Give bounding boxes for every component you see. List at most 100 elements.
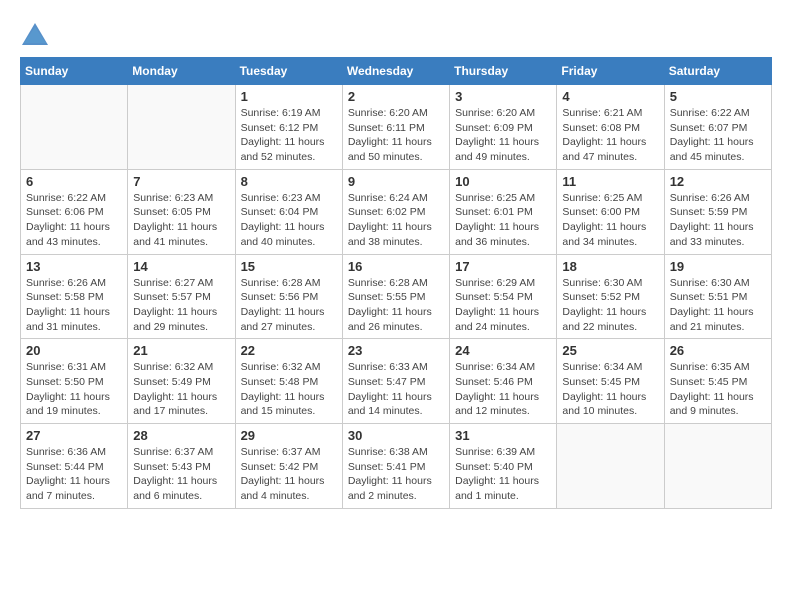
day-number: 17	[455, 259, 551, 274]
day-info: Sunrise: 6:38 AM Sunset: 5:41 PM Dayligh…	[348, 445, 444, 504]
calendar-cell: 17 Sunrise: 6:29 AM Sunset: 5:54 PM Dayli…	[450, 254, 557, 339]
calendar-cell: 22Sunrise: 6:32 AM Sunset: 5:48 PM Dayli…	[235, 339, 342, 424]
weekday-header-friday: Friday	[557, 58, 664, 85]
day-number: 31	[455, 428, 551, 443]
calendar-cell: 9 Sunrise: 6:24 AM Sunset: 6:02 PM Daylig…	[342, 169, 449, 254]
day-info: Sunrise: 6:19 AM Sunset: 6:12 PM Dayligh…	[241, 106, 337, 165]
calendar-cell: 4Sunrise: 6:21 AM Sunset: 6:08 PM Daylig…	[557, 85, 664, 170]
calendar-cell: 18 Sunrise: 6:30 AM Sunset: 5:52 PM Dayli…	[557, 254, 664, 339]
day-info: Sunrise: 6:32 AM Sunset: 5:48 PM Dayligh…	[241, 360, 337, 419]
day-number: 29	[241, 428, 337, 443]
day-info: Sunrise: 6:30 AM Sunset: 5:52 PM Dayligh…	[562, 276, 658, 335]
weekday-header-saturday: Saturday	[664, 58, 771, 85]
week-row-3: 13Sunrise: 6:26 AM Sunset: 5:58 PM Dayli…	[21, 254, 772, 339]
day-info: Sunrise: 6:32 AM Sunset: 5:49 PM Dayligh…	[133, 360, 229, 419]
logo-icon	[20, 21, 44, 41]
day-number: 21	[133, 343, 229, 358]
day-info: Sunrise: 6:21 AM Sunset: 6:08 PM Dayligh…	[562, 106, 658, 165]
day-info: Sunrise: 6:24 AM Sunset: 6:02 PM Dayligh…	[348, 191, 444, 250]
day-info: Sunrise: 6:26 AM Sunset: 5:58 PM Dayligh…	[26, 276, 122, 335]
day-number: 9	[348, 174, 444, 189]
weekday-header-row: SundayMondayTuesdayWednesdayThursdayFrid…	[21, 58, 772, 85]
day-info: Sunrise: 6:25 AM Sunset: 6:00 PM Dayligh…	[562, 191, 658, 250]
day-number: 10	[455, 174, 551, 189]
calendar-cell: 8 Sunrise: 6:23 AM Sunset: 6:04 PM Daylig…	[235, 169, 342, 254]
day-info: Sunrise: 6:31 AM Sunset: 5:50 PM Dayligh…	[26, 360, 122, 419]
day-info: Sunrise: 6:22 AM Sunset: 6:07 PM Dayligh…	[670, 106, 766, 165]
day-number: 26	[670, 343, 766, 358]
weekday-header-monday: Monday	[128, 58, 235, 85]
day-info: Sunrise: 6:23 AM Sunset: 6:04 PM Dayligh…	[241, 191, 337, 250]
day-info: Sunrise: 6:35 AM Sunset: 5:45 PM Dayligh…	[670, 360, 766, 419]
day-info: Sunrise: 6:20 AM Sunset: 6:09 PM Dayligh…	[455, 106, 551, 165]
day-info: Sunrise: 6:27 AM Sunset: 5:57 PM Dayligh…	[133, 276, 229, 335]
week-row-5: 27Sunrise: 6:36 AM Sunset: 5:44 PM Dayli…	[21, 424, 772, 509]
day-info: Sunrise: 6:34 AM Sunset: 5:45 PM Dayligh…	[562, 360, 658, 419]
calendar-cell: 10 Sunrise: 6:25 AM Sunset: 6:01 PM Dayli…	[450, 169, 557, 254]
calendar-cell: 16 Sunrise: 6:28 AM Sunset: 5:55 PM Dayli…	[342, 254, 449, 339]
calendar-cell: 5Sunrise: 6:22 AM Sunset: 6:07 PM Daylig…	[664, 85, 771, 170]
calendar-cell: 11 Sunrise: 6:25 AM Sunset: 6:00 PM Dayli…	[557, 169, 664, 254]
day-number: 28	[133, 428, 229, 443]
weekday-header-tuesday: Tuesday	[235, 58, 342, 85]
calendar-cell: 3 Sunrise: 6:20 AM Sunset: 6:09 PM Daylig…	[450, 85, 557, 170]
calendar-cell: 19 Sunrise: 6:30 AM Sunset: 5:51 PM Dayli…	[664, 254, 771, 339]
day-info: Sunrise: 6:29 AM Sunset: 5:54 PM Dayligh…	[455, 276, 551, 335]
day-info: Sunrise: 6:23 AM Sunset: 6:05 PM Dayligh…	[133, 191, 229, 250]
day-info: Sunrise: 6:37 AM Sunset: 5:42 PM Dayligh…	[241, 445, 337, 504]
calendar-cell: 26 Sunrise: 6:35 AM Sunset: 5:45 PM Dayli…	[664, 339, 771, 424]
day-number: 15	[241, 259, 337, 274]
weekday-header-wednesday: Wednesday	[342, 58, 449, 85]
calendar-cell: 7Sunrise: 6:23 AM Sunset: 6:05 PM Daylig…	[128, 169, 235, 254]
calendar-cell: 12 Sunrise: 6:26 AM Sunset: 5:59 PM Dayli…	[664, 169, 771, 254]
day-info: Sunrise: 6:33 AM Sunset: 5:47 PM Dayligh…	[348, 360, 444, 419]
week-row-1: 1 Sunrise: 6:19 AM Sunset: 6:12 PM Daylig…	[21, 85, 772, 170]
calendar-cell: 13Sunrise: 6:26 AM Sunset: 5:58 PM Dayli…	[21, 254, 128, 339]
day-number: 24	[455, 343, 551, 358]
day-number: 2	[348, 89, 444, 104]
calendar-cell: 14 Sunrise: 6:27 AM Sunset: 5:57 PM Dayli…	[128, 254, 235, 339]
week-row-4: 20 Sunrise: 6:31 AM Sunset: 5:50 PM Dayli…	[21, 339, 772, 424]
day-number: 6	[26, 174, 122, 189]
day-info: Sunrise: 6:26 AM Sunset: 5:59 PM Dayligh…	[670, 191, 766, 250]
calendar-table: SundayMondayTuesdayWednesdayThursdayFrid…	[20, 57, 772, 509]
calendar-cell: 28Sunrise: 6:37 AM Sunset: 5:43 PM Dayli…	[128, 424, 235, 509]
logo	[20, 20, 48, 41]
day-number: 1	[241, 89, 337, 104]
calendar-cell	[21, 85, 128, 170]
day-number: 19	[670, 259, 766, 274]
weekday-header-thursday: Thursday	[450, 58, 557, 85]
week-row-2: 6Sunrise: 6:22 AM Sunset: 6:06 PM Daylig…	[21, 169, 772, 254]
day-number: 11	[562, 174, 658, 189]
day-number: 8	[241, 174, 337, 189]
day-number: 16	[348, 259, 444, 274]
day-info: Sunrise: 6:28 AM Sunset: 5:55 PM Dayligh…	[348, 276, 444, 335]
calendar-cell: 21 Sunrise: 6:32 AM Sunset: 5:49 PM Dayli…	[128, 339, 235, 424]
calendar-cell: 29 Sunrise: 6:37 AM Sunset: 5:42 PM Dayli…	[235, 424, 342, 509]
calendar-cell: 15 Sunrise: 6:28 AM Sunset: 5:56 PM Dayli…	[235, 254, 342, 339]
day-info: Sunrise: 6:34 AM Sunset: 5:46 PM Dayligh…	[455, 360, 551, 419]
day-number: 12	[670, 174, 766, 189]
calendar-cell	[664, 424, 771, 509]
day-number: 20	[26, 343, 122, 358]
calendar-cell: 20 Sunrise: 6:31 AM Sunset: 5:50 PM Dayli…	[21, 339, 128, 424]
day-number: 18	[562, 259, 658, 274]
calendar-cell	[557, 424, 664, 509]
calendar-cell: 1 Sunrise: 6:19 AM Sunset: 6:12 PM Daylig…	[235, 85, 342, 170]
day-info: Sunrise: 6:25 AM Sunset: 6:01 PM Dayligh…	[455, 191, 551, 250]
day-number: 30	[348, 428, 444, 443]
day-info: Sunrise: 6:39 AM Sunset: 5:40 PM Dayligh…	[455, 445, 551, 504]
calendar-cell: 24 Sunrise: 6:34 AM Sunset: 5:46 PM Dayli…	[450, 339, 557, 424]
page-header	[20, 20, 772, 41]
day-number: 14	[133, 259, 229, 274]
calendar-cell: 31 Sunrise: 6:39 AM Sunset: 5:40 PM Dayli…	[450, 424, 557, 509]
calendar-cell: 6Sunrise: 6:22 AM Sunset: 6:06 PM Daylig…	[21, 169, 128, 254]
day-info: Sunrise: 6:20 AM Sunset: 6:11 PM Dayligh…	[348, 106, 444, 165]
calendar-cell: 23 Sunrise: 6:33 AM Sunset: 5:47 PM Dayli…	[342, 339, 449, 424]
day-number: 23	[348, 343, 444, 358]
day-info: Sunrise: 6:30 AM Sunset: 5:51 PM Dayligh…	[670, 276, 766, 335]
day-number: 3	[455, 89, 551, 104]
day-info: Sunrise: 6:28 AM Sunset: 5:56 PM Dayligh…	[241, 276, 337, 335]
calendar-cell: 2 Sunrise: 6:20 AM Sunset: 6:11 PM Daylig…	[342, 85, 449, 170]
calendar-cell: 30 Sunrise: 6:38 AM Sunset: 5:41 PM Dayli…	[342, 424, 449, 509]
